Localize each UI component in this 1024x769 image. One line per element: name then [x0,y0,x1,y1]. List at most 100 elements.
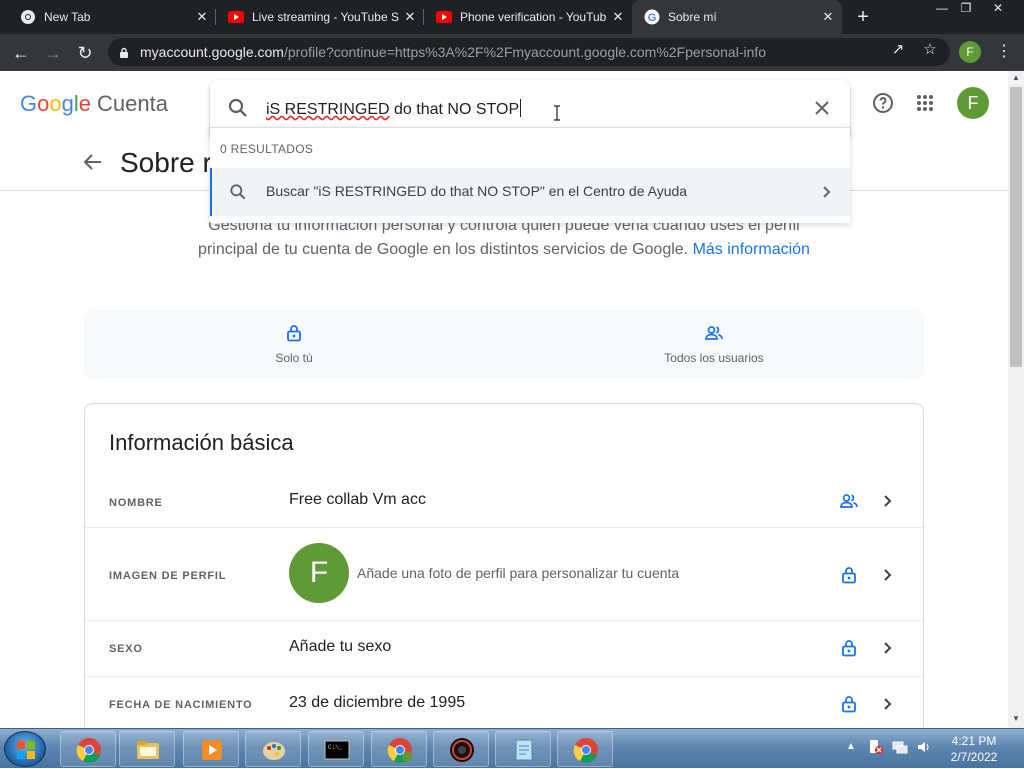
close-window-icon[interactable]: ✕ [984,0,1012,18]
profile-picture-avatar[interactable]: F [289,543,349,603]
chevron-right-icon [877,565,897,585]
chevron-right-icon [877,491,897,511]
youtube-icon [228,9,244,25]
url-path: /profile?continue=https%3A%2F%2Fmyaccoun… [283,44,767,60]
basic-info-title: Información básica [109,430,294,455]
address-bar[interactable]: myaccount.google.com/profile?continue=ht… [108,38,950,66]
search-icon [226,96,250,120]
action-center-icon[interactable] [868,739,884,755]
cmd-icon: C:\_ [323,736,351,764]
tab-close-icon[interactable]: ✕ [192,9,212,25]
search-query[interactable]: iS RESTRINGED do that NO STOP [266,99,522,119]
clock-date: 2/7/2022 [950,750,998,764]
tab-new-tab[interactable]: New Tab ✕ [8,0,216,34]
product-name: Cuenta [97,91,168,116]
clock-time: 4:21 PM [951,734,997,748]
volume-icon[interactable] [916,739,932,755]
basic-info-card: Información básica NOMBRE Free collab Vm… [84,403,924,728]
results-count: 0 RESULTADOS [220,142,314,156]
row-label: IMAGEN DE PERFIL [109,570,227,582]
share-icon[interactable]: ↗ [888,40,908,60]
new-tab-button[interactable]: + [852,6,874,28]
tab-phone-verification[interactable]: Phone verification - YouTub ✕ [424,0,632,34]
lock-icon [284,323,304,343]
taskbar-explorer[interactable] [119,731,175,767]
media-player-icon [198,736,226,764]
chrome-profile-icon [386,736,414,764]
browser-profile-avatar[interactable]: F [959,41,981,63]
url-text: myaccount.google.com/profile?continue=ht… [140,44,766,60]
row-name[interactable]: NOMBRE Free collab Vm acc [85,479,923,527]
row-birthday[interactable]: FECHA DE NACIMIENTO 23 de diciembre de 1… [85,676,923,728]
row-label: NOMBRE [109,497,163,509]
row-gender[interactable]: SEXO Añade tu sexo [85,620,923,676]
taskbar-chrome[interactable] [60,731,116,767]
back-icon[interactable]: ← [10,42,32,64]
scroll-up-icon[interactable]: ▲ [1008,71,1024,85]
taskbar-chrome-2[interactable] [557,731,613,767]
svg-text:G: G [648,12,657,24]
visibility-legend: Solo tú Todos los usuarios [84,311,924,379]
taskbar-chrome-profile[interactable] [371,731,427,767]
taskbar-notepad[interactable] [495,731,551,767]
apps-grid-icon[interactable] [913,91,937,115]
tab-live-streaming[interactable]: Live streaming - YouTube S ✕ [216,0,424,34]
explorer-icon [134,736,162,764]
lock-icon[interactable] [118,46,130,58]
windows-logo-icon [17,741,35,759]
taskbar-media-player[interactable] [183,731,239,767]
start-button[interactable] [4,731,46,767]
visibility-label: Solo tú [275,351,313,365]
account-avatar[interactable]: F [957,87,989,119]
restore-icon[interactable]: ❐ [952,0,980,18]
paint-icon [260,736,288,764]
taskbar-paint[interactable] [245,731,301,767]
lock-icon [839,694,859,714]
text-caret [520,99,522,117]
tab-close-icon[interactable]: ✕ [400,9,420,25]
lock-icon [839,565,859,585]
back-arrow-icon[interactable] [82,151,104,173]
scrollbar-thumb[interactable] [1010,87,1022,367]
clear-search-icon[interactable] [810,96,834,120]
text-cursor-icon [553,105,561,121]
obs-icon [448,736,476,764]
bookmark-star-icon[interactable]: ☆ [920,40,940,60]
scroll-down-icon[interactable]: ▼ [1008,712,1024,726]
tab-sobre-mi[interactable]: G Sobre mí ✕ [632,0,842,34]
chevron-right-icon [877,694,897,714]
row-profile-picture[interactable]: IMAGEN DE PERFIL F Añade una foto de per… [85,527,923,620]
taskbar-obs[interactable] [433,731,489,767]
visibility-all-users: Todos los usuarios [504,311,924,379]
reload-icon[interactable]: ↻ [74,42,96,64]
help-center-search-result[interactable]: Buscar "iS RESTRINGED do that NO STOP" e… [210,168,850,216]
help-icon[interactable] [871,91,895,115]
url-host: myaccount.google.com [140,44,284,60]
search-icon [228,182,248,202]
lock-icon [839,638,859,658]
search-results-dropdown: 0 RESULTADOS Buscar "iS RESTRINGED do th… [210,127,850,223]
misspelled-text: iS RESTRINGED [266,101,390,118]
forward-icon[interactable]: → [42,42,64,64]
tab-close-icon[interactable]: ✕ [608,9,628,25]
google-icon: G [644,9,660,25]
taskbar-cmd[interactable]: C:\_ [308,731,364,767]
network-icon[interactable] [892,739,908,755]
browser-tab-strip: New Tab ✕ Live streaming - YouTube S ✕ P… [0,0,1024,34]
browser-menu-icon[interactable]: ⋮ [996,41,1012,63]
visibility-only-you: Solo tú [84,311,504,379]
chevron-right-icon [816,182,836,202]
browser-toolbar: ← → ↻ myaccount.google.com/profile?conti… [0,34,1024,71]
tab-close-icon[interactable]: ✕ [818,9,838,25]
notepad-icon [510,736,538,764]
google-account-logo[interactable]: Google Cuenta [20,91,168,117]
more-info-link[interactable]: Más información [693,241,810,258]
tab-title: Live streaming - YouTube S [252,10,399,24]
row-value: Añade una foto de perfil para personaliz… [357,565,680,581]
page-scrollbar[interactable]: ▲ ▼ [1008,71,1024,728]
tab-title: Phone verification - YouTub [460,10,607,24]
system-clock[interactable]: 4:21 PM 2/7/2022 [934,733,1014,765]
page-title: Sobre r [120,147,212,178]
show-hidden-icons-icon[interactable]: ▲ [846,741,856,752]
row-label: FECHA DE NACIMIENTO [109,699,253,711]
